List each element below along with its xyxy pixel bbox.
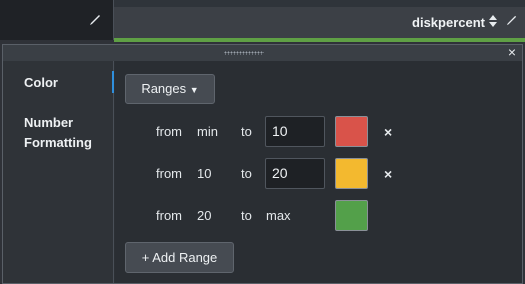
edit-column-pencil-icon[interactable] xyxy=(506,15,517,26)
from-label: from xyxy=(156,208,182,223)
color-swatch[interactable] xyxy=(335,158,368,189)
to-label: to xyxy=(241,166,252,181)
table-header: diskpercent xyxy=(0,0,525,42)
column-title[interactable]: diskpercent xyxy=(412,15,485,30)
sidebar-active-indicator xyxy=(112,71,114,93)
color-swatch[interactable] xyxy=(335,200,368,231)
sidebar-item-color[interactable]: Color xyxy=(24,73,58,93)
from-label: from xyxy=(156,166,182,181)
color-swatch[interactable] xyxy=(335,116,368,147)
sidebar-item-number-formatting[interactable]: Number Formatting xyxy=(24,113,92,153)
popover-sidebar: Color Number Formatting xyxy=(3,61,114,283)
column-color-bar xyxy=(114,38,525,42)
format-popover: × Color Number Formatting Ranges ▼ from … xyxy=(2,44,523,284)
popover-titlebar[interactable]: × xyxy=(3,45,522,61)
caret-down-icon: ▼ xyxy=(189,85,199,95)
sidebar-item-label: Formatting xyxy=(24,135,92,150)
close-button[interactable]: × xyxy=(506,45,518,59)
color-ranges-panel: Ranges ▼ from min to 10 × from 10 to 20 … xyxy=(115,61,522,283)
range-row: from 10 to 20 × xyxy=(115,158,522,190)
remove-range-button[interactable]: × xyxy=(384,166,392,182)
to-value-input[interactable]: 10 xyxy=(265,116,325,147)
range-row: from 20 to max xyxy=(115,200,522,232)
header-left-cell xyxy=(0,0,113,40)
to-value-input[interactable]: 20 xyxy=(265,158,325,189)
add-range-button[interactable]: + Add Range xyxy=(125,242,234,273)
ranges-label: Ranges xyxy=(141,81,187,96)
from-value: 10 xyxy=(197,166,212,181)
sidebar-item-label: Number xyxy=(24,115,74,130)
from-value: min xyxy=(197,124,218,139)
to-label: to xyxy=(241,124,252,139)
range-row: from min to 10 × xyxy=(115,116,522,148)
to-label: to xyxy=(241,208,252,223)
from-value: 20 xyxy=(197,208,212,223)
from-label: from xyxy=(156,124,182,139)
sort-icon[interactable] xyxy=(489,15,497,27)
drag-handle-icon[interactable] xyxy=(224,51,264,55)
remove-range-button[interactable]: × xyxy=(384,124,392,140)
ranges-dropdown-button[interactable]: Ranges ▼ xyxy=(125,74,215,104)
to-value: max xyxy=(266,208,291,223)
pencil-icon[interactable] xyxy=(89,14,101,26)
